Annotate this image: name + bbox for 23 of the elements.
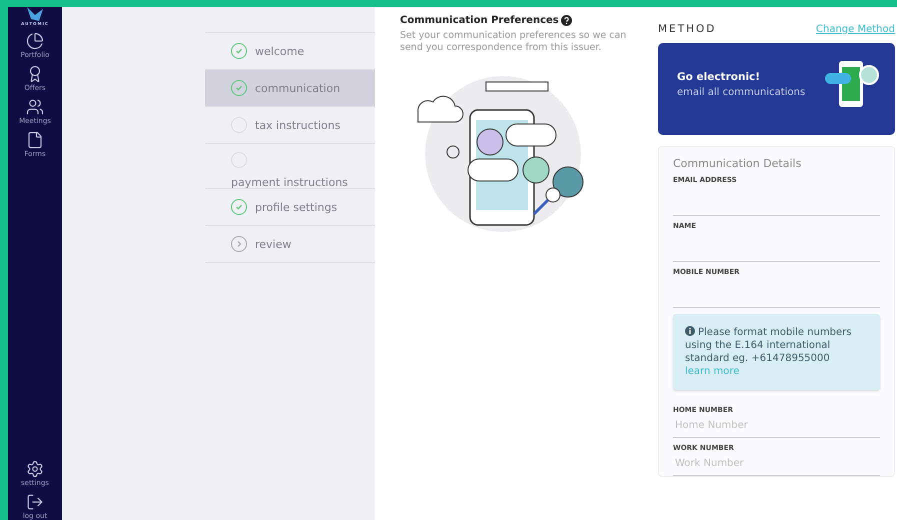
input-field[interactable]: Work Number — [673, 452, 880, 476]
users-icon — [26, 98, 44, 116]
settings-icon — [26, 460, 44, 478]
learn-more-link[interactable]: learn more — [685, 366, 740, 377]
phone-chat-icon — [825, 59, 881, 109]
section-description: Set your communication preferences so we can send you correspondence from this issuer. — [400, 30, 628, 54]
input-field[interactable]: Home Number — [673, 414, 880, 438]
details-title: Communication Details — [673, 157, 802, 170]
section-title: Communication Preferences — [400, 15, 559, 26]
card-subtitle: email all communications — [677, 86, 806, 98]
change-method-link[interactable]: Change Method — [816, 24, 895, 34]
format-notice: Please format mobile numbers using the E.164 international standard eg. +61478955000 learn more — [673, 314, 880, 390]
logo-icon — [24, 7, 45, 21]
electronic-method-card[interactable]: Go electronic! email all communications — [658, 43, 895, 135]
file-icon — [26, 131, 44, 149]
method-heading: METHOD — [658, 23, 716, 35]
step-item[interactable]: communication — [205, 69, 375, 106]
card-title: Go electronic! — [677, 70, 762, 82]
info-icon — [685, 326, 695, 336]
chevron-circle-icon — [231, 236, 247, 252]
pie-chart-icon — [26, 32, 44, 50]
help-icon[interactable] — [560, 15, 572, 26]
logout-icon — [26, 493, 44, 511]
